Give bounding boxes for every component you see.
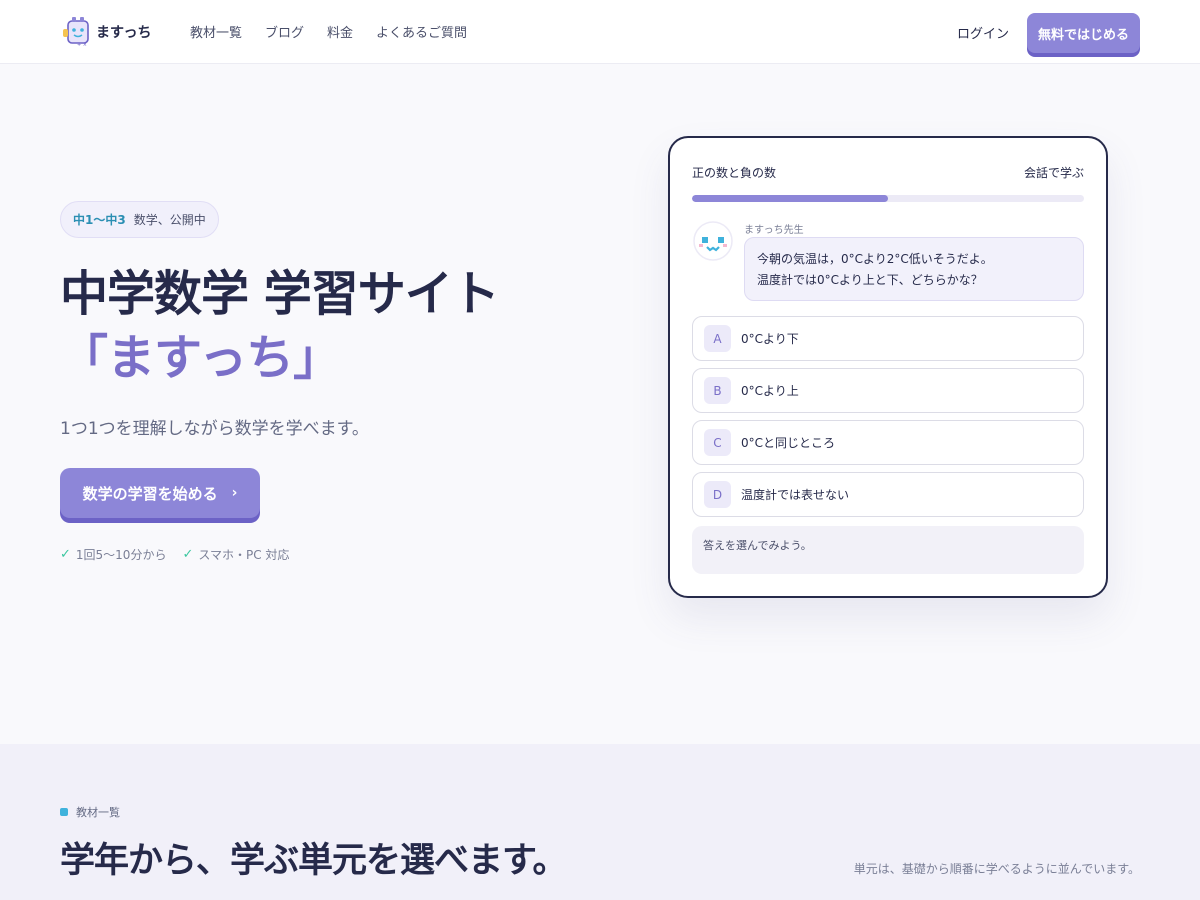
badge-text: 数学、公開中 [133, 213, 206, 227]
section-label: 教材一覧 [60, 804, 120, 820]
nav-link-materials[interactable]: 教材一覧 [190, 22, 242, 41]
option-letter: D [704, 481, 731, 508]
lesson-mode: 会話で学ぶ [1023, 166, 1084, 180]
start-free-button[interactable]: 無料ではじめる [1027, 13, 1140, 53]
nav-link-blog[interactable]: ブログ [265, 22, 304, 41]
lesson-topic: 正の数と負の数 [692, 166, 777, 180]
option-text: 0°Cより下 [741, 332, 799, 346]
answer-hint: 答えを選んでみよう。 [692, 526, 1084, 574]
materials-section: 教材一覧 学年から、学ぶ単元を選べます。 単元は、基礎から順番に学べるように並ん… [0, 744, 1200, 900]
option-text: 0°Cより上 [741, 384, 799, 398]
login-link[interactable]: ログイン [957, 23, 1009, 42]
nav-link-pricing[interactable]: 料金 [327, 22, 353, 41]
hero-title: 中学数学 学習サイト [60, 266, 500, 322]
chevron-right-icon: › [231, 485, 238, 501]
option-text: 0°Cと同じところ [741, 436, 836, 450]
feature-list: ✓ 1回5〜10分から ✓ スマホ・PC 対応 [60, 546, 305, 563]
start-learning-label: 数学の学習を始める [82, 484, 218, 503]
label-dot-icon [60, 808, 68, 816]
mascot-logo-icon: + × [63, 17, 89, 48]
section-label-text: 教材一覧 [76, 806, 120, 819]
grade-badge: 中1〜中3 数学、公開中 [60, 201, 219, 238]
option-letter: B [704, 377, 731, 404]
answer-option-b[interactable]: B 0°Cより上 [692, 368, 1084, 413]
hero-title-brand: 「ますっち」 [60, 330, 341, 386]
section-note: 単元は、基礎から順番に学べるように並んでいます。 [853, 862, 1140, 876]
answer-option-c[interactable]: C 0°Cと同じところ [692, 420, 1084, 465]
badge-grade: 中1〜中3 [73, 213, 126, 227]
check-icon: ✓ [60, 547, 71, 562]
progress-fill [692, 195, 888, 202]
svg-text:+ ×: + × [77, 42, 87, 48]
message-line: 温度計では0°Cより上と下、どちらかな？ [757, 273, 983, 287]
main-nav: 教材一覧 ブログ 料金 よくあるご質問 [190, 22, 490, 41]
option-letter: A [704, 325, 731, 352]
check-icon: ✓ [182, 547, 194, 562]
start-learning-button[interactable]: 数学の学習を始める › [60, 468, 260, 518]
hero-subtitle: 1つ1つを理解しながら数学を学べます。 [60, 419, 369, 439]
feature-text: スマホ・PC 対応 [198, 548, 290, 562]
lesson-progress-bar [692, 195, 1084, 202]
option-letter: C [704, 429, 731, 456]
feature-item: ✓ 1回5〜10分から [60, 546, 166, 563]
section-title: 学年から、学ぶ単元を選べます。 [60, 841, 568, 881]
teacher-avatar-icon [693, 221, 733, 261]
answer-option-d[interactable]: D 温度計では表せない [692, 472, 1084, 517]
site-header: + × ますっち 教材一覧 ブログ 料金 よくあるご質問 ログイン 無料ではじめ… [0, 0, 1200, 64]
logo[interactable]: + × ますっち [60, 14, 151, 50]
feature-item: ✓ スマホ・PC 対応 [182, 546, 289, 563]
feature-text: 1回5〜10分から [75, 548, 167, 562]
answer-option-a[interactable]: A 0°Cより下 [692, 316, 1084, 361]
option-text: 温度計では表せない [741, 488, 850, 502]
lesson-preview-card: 正の数と負の数 会話で学ぶ ますっち先生 今朝の気温は，0°Cより2°C低いそう… [668, 136, 1108, 598]
message-line: 今朝の気温は，0°Cより2°C低いそうだよ。 [757, 252, 993, 266]
teacher-name: ますっち先生 [744, 225, 804, 236]
teacher-message-bubble: 今朝の気温は，0°Cより2°C低いそうだよ。 温度計では0°Cより上と下、どちら… [744, 237, 1084, 301]
logo-text: ますっち [96, 25, 152, 41]
nav-link-faq[interactable]: よくあるご質問 [376, 22, 467, 41]
